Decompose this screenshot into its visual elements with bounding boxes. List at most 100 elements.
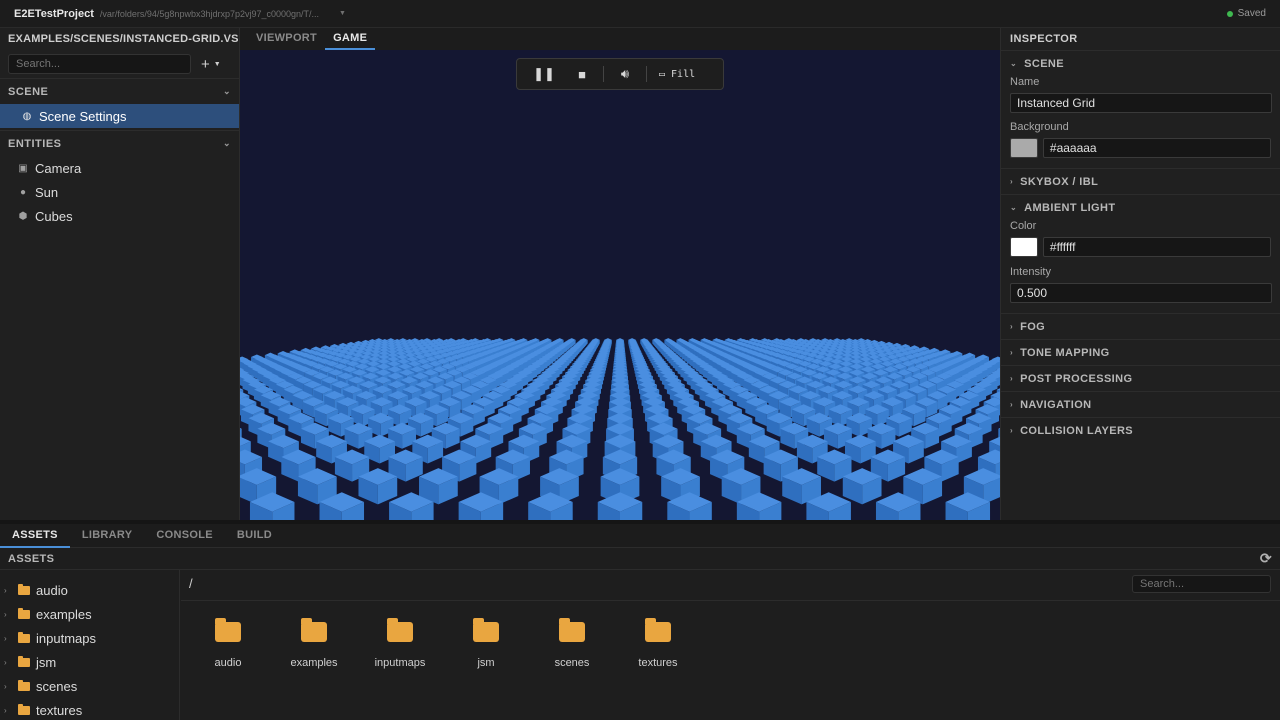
chevron-right-icon: ›	[1010, 400, 1014, 409]
background-color-field[interactable]: #aaaaaa	[1042, 138, 1271, 158]
section-fog[interactable]: › FOG	[1001, 313, 1280, 339]
asset-folder-label: textures	[638, 657, 678, 669]
chevron-down-icon[interactable]: ▼	[339, 10, 346, 17]
game-toolbar: ❚❚ ■ 🔊︎ ▭ Fill	[516, 58, 724, 90]
asset-search-input[interactable]	[1132, 575, 1271, 593]
tab-game[interactable]: GAME	[325, 28, 376, 50]
fill-mode-label: Fill	[671, 68, 696, 80]
chevron-right-icon: ›	[4, 657, 7, 667]
cube-icon: ⬢	[18, 210, 28, 222]
chevron-down-icon: ⌄	[222, 86, 231, 96]
folder-icon	[18, 583, 30, 595]
chevron-right-icon: ›	[4, 681, 7, 691]
fill-mode-button[interactable]: ▭ Fill	[659, 69, 695, 80]
asset-browser: / audio examples inputmaps jsm scenes te…	[181, 570, 1280, 720]
ambient-color-row: #ffffff	[1010, 237, 1271, 257]
tab-console[interactable]: CONSOLE	[144, 524, 225, 548]
bottom-tabs: ASSETS LIBRARY CONSOLE BUILD	[0, 524, 1280, 548]
tree-item-camera[interactable]: ▣ Camera	[0, 156, 239, 180]
refresh-icon[interactable]: ⟳	[1260, 550, 1272, 567]
chevron-down-icon: ⌄	[222, 138, 231, 148]
folder-icon	[301, 618, 327, 642]
section-label: SKYBOX / IBL	[1020, 175, 1099, 188]
assets-title: ASSETS	[8, 552, 55, 565]
light-icon: ●	[19, 186, 27, 198]
tree-folder-textures[interactable]: › textures	[0, 698, 179, 720]
stop-button[interactable]: ■	[563, 67, 601, 82]
asset-folder-textures[interactable]: textures	[615, 618, 701, 669]
intensity-field[interactable]: 0.500	[1010, 283, 1272, 303]
add-entity-label: +	[201, 55, 210, 73]
folder-icon	[18, 703, 30, 715]
tree-item-label: Scene Settings	[39, 108, 127, 124]
cube-grid-render	[240, 338, 1000, 520]
ambient-color-swatch[interactable]	[1010, 237, 1038, 257]
section-skybox[interactable]: › SKYBOX / IBL	[1001, 168, 1280, 194]
scene-section-header[interactable]: SCENE ⌄	[0, 78, 239, 104]
tree-item-cubes[interactable]: ⬢ Cubes	[0, 204, 239, 228]
tree-folder-jsm[interactable]: › jsm	[0, 650, 179, 674]
asset-folder-audio[interactable]: audio	[185, 618, 271, 669]
audio-toggle-button[interactable]: 🔊︎	[606, 66, 644, 82]
tree-folder-inputmaps[interactable]: › inputmaps	[0, 626, 179, 650]
asset-folder-label: jsm	[477, 657, 495, 669]
game-viewport[interactable]: ❚❚ ■ 🔊︎ ▭ Fill	[240, 50, 1000, 520]
name-label: Name	[1010, 76, 1040, 88]
tab-viewport[interactable]: VIEWPORT	[248, 28, 325, 50]
section-ambient-light[interactable]: ⌄ AMBIENT LIGHT	[1001, 194, 1280, 220]
add-entity-button[interactable]: + ▼	[201, 56, 221, 73]
tree-folder-scenes[interactable]: › scenes	[0, 674, 179, 698]
asset-breadcrumb[interactable]: /	[189, 576, 193, 591]
folder-icon	[387, 618, 413, 642]
asset-folder-examples[interactable]: examples	[271, 618, 357, 669]
chevron-right-icon: ›	[1010, 348, 1014, 357]
background-color-swatch[interactable]	[1010, 138, 1038, 158]
asset-folder-label: inputmaps	[374, 657, 426, 669]
section-post-processing[interactable]: › POST PROCESSING	[1001, 365, 1280, 391]
camera-icon: ▣	[18, 162, 28, 174]
section-scene[interactable]: ⌄ SCENE	[1001, 50, 1280, 76]
tree-item-label: Camera	[35, 160, 82, 176]
tab-build[interactable]: BUILD	[225, 524, 284, 548]
asset-folder-inputmaps[interactable]: inputmaps	[357, 618, 443, 669]
project-name[interactable]: E2ETestProject	[14, 8, 94, 20]
tree-folder-examples[interactable]: › examples	[0, 602, 179, 626]
tree-folder-audio[interactable]: › audio	[0, 578, 179, 602]
asset-folder-jsm[interactable]: jsm	[443, 618, 529, 669]
folder-label: textures	[36, 702, 83, 718]
ambient-color-field[interactable]: #ffffff	[1042, 237, 1271, 257]
hierarchy-panel: EXAMPLES/SCENES/INSTANCED-GRID.VSCN + ▼ …	[0, 28, 240, 520]
section-navigation[interactable]: › NAVIGATION	[1001, 391, 1280, 417]
section-tone-mapping[interactable]: › TONE MAPPING	[1001, 339, 1280, 365]
chevron-right-icon: ›	[1010, 426, 1014, 435]
folder-icon	[18, 631, 30, 643]
hierarchy-search-input[interactable]	[8, 54, 191, 74]
title-bar: E2ETestProject /var/folders/94/5g8npwbx3…	[0, 0, 1280, 28]
chevron-right-icon: ›	[1010, 322, 1014, 331]
tab-library[interactable]: LIBRARY	[70, 524, 145, 548]
scene-file-path: EXAMPLES/SCENES/INSTANCED-GRID.VSCN	[8, 33, 239, 45]
tab-assets[interactable]: ASSETS	[0, 524, 70, 548]
background-color-row: #aaaaaa	[1010, 138, 1271, 158]
entities-section-header[interactable]: ENTITIES ⌄	[0, 130, 239, 156]
folder-icon	[559, 618, 585, 642]
asset-folder-scenes[interactable]: scenes	[529, 618, 615, 669]
section-collision-layers[interactable]: › COLLISION LAYERS	[1001, 417, 1280, 443]
tree-item-sun[interactable]: ● Sun	[0, 180, 239, 204]
section-label: TONE MAPPING	[1020, 346, 1110, 359]
folder-label: jsm	[36, 654, 57, 670]
view-tabs: VIEWPORT GAME	[240, 28, 1000, 50]
scene-name-field[interactable]: Instanced Grid	[1010, 93, 1272, 113]
folder-icon	[18, 655, 30, 667]
assets-header: ASSETS ⟳	[0, 548, 1280, 570]
color-label: Color	[1010, 220, 1037, 232]
tree-item-scene-settings[interactable]: ◍ Scene Settings	[0, 104, 239, 128]
intensity-label: Intensity	[1010, 266, 1051, 278]
pause-button[interactable]: ❚❚	[525, 66, 563, 82]
folder-icon	[473, 618, 499, 642]
entities-section-label: ENTITIES	[8, 137, 62, 150]
folder-icon	[18, 679, 30, 691]
monitor-icon: ▭	[659, 68, 666, 80]
chevron-right-icon: ›	[4, 633, 7, 643]
chevron-right-icon: ›	[1010, 177, 1014, 186]
